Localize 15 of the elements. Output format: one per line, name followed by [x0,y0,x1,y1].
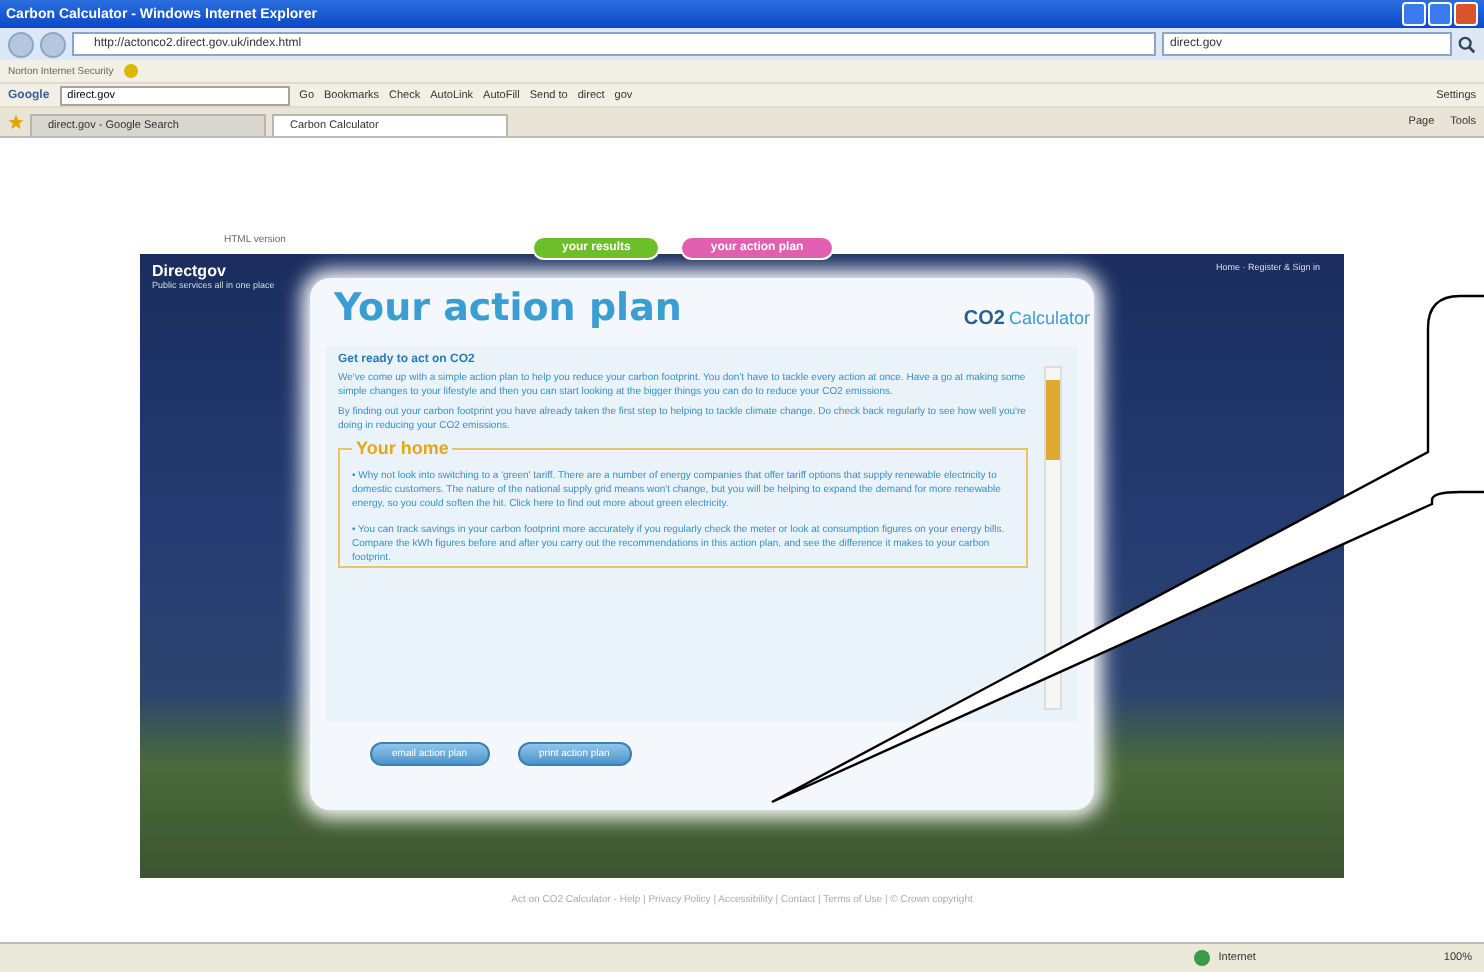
back-button[interactable] [8,31,34,57]
section-title: Your home [352,438,453,458]
forward-button[interactable] [40,31,66,57]
page-heading: Your action plan [334,286,682,330]
favorites-star-icon[interactable] [8,114,24,130]
site-name[interactable]: Directgov [152,262,275,280]
logo-mark: CO2 [963,308,1005,330]
close-button[interactable] [1454,2,1478,26]
search-icon[interactable] [1458,35,1476,53]
globe-icon [1194,950,1211,966]
scroll-thumb[interactable] [1046,380,1060,460]
logo-text: Calculator [1008,308,1090,328]
maximize-button[interactable] [1428,2,1452,26]
scrollbar[interactable] [1044,366,1062,710]
minimize-button[interactable] [1402,2,1426,26]
